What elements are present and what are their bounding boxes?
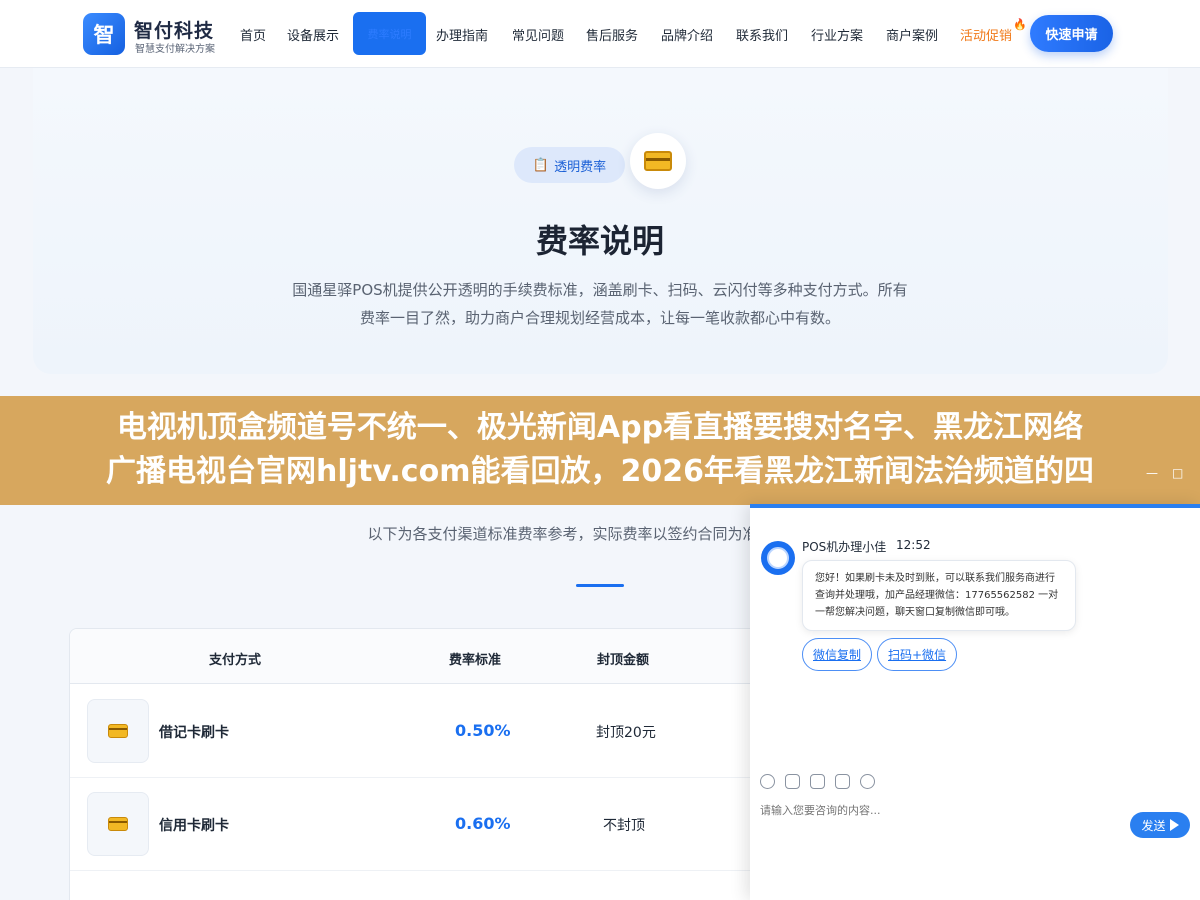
row-cap: 封顶20元 (596, 725, 656, 741)
scan-wechat-button[interactable]: 扫码+微信 (877, 638, 958, 671)
nav-industry[interactable]: 行业方案 (811, 25, 863, 44)
logo-tagline: 智慧支付解决方案 (135, 44, 215, 55)
credit-card-icon (108, 817, 128, 831)
nav-rates[interactable]: 费率说明 (353, 12, 426, 55)
table-row: 信用卡刷卡 0.60% 不封顶 (70, 778, 768, 871)
minimize-button[interactable]: — (1146, 466, 1158, 480)
page-title: 费率说明 (535, 222, 664, 260)
rate-table: 支付方式 费率标准 封顶金额 借记卡刷卡 0.50% 封顶20元 信用卡刷卡 0… (69, 628, 769, 900)
header-rate: 费率标准 (449, 653, 502, 668)
logo-icon[interactable]: 智 (83, 13, 125, 55)
nav-contact[interactable]: 联系我们 (736, 25, 788, 44)
quick-apply-button[interactable]: 快速申请 (1030, 15, 1113, 52)
wechat-icon[interactable] (860, 774, 875, 789)
image-icon[interactable] (785, 774, 800, 789)
chat-message-input[interactable] (760, 804, 1120, 817)
maximize-button[interactable]: □ (1172, 466, 1183, 480)
nav-promotions[interactable]: 活动促销 (960, 25, 1012, 44)
nav-brand[interactable]: 品牌介绍 (661, 25, 713, 44)
send-label: 发送 (1141, 818, 1166, 833)
debit-card-icon (108, 724, 128, 738)
row-rate: 0.50% (455, 721, 511, 740)
agent-avatar (761, 541, 795, 575)
row-rate: 0.60% (455, 814, 511, 833)
screenshot-icon[interactable] (810, 774, 825, 789)
nav-home[interactable]: 首页 (240, 25, 266, 44)
emoji-icon[interactable] (760, 774, 775, 789)
logo-name[interactable]: 智付科技 (134, 16, 214, 43)
row-icon-box (87, 699, 149, 763)
nav-aftersales[interactable]: 售后服务 (586, 25, 638, 44)
banner-line-1: 电视机顶盒频道号不统一、极光新闻App看直播要搜对名字、黑龙江网络 (116, 410, 1084, 445)
row-method: 信用卡刷卡 (159, 818, 229, 834)
row-cap: 不封顶 (603, 818, 645, 834)
row-method: 借记卡刷卡 (159, 725, 229, 741)
nav-cases[interactable]: 商户案例 (886, 25, 938, 44)
nav-devices[interactable]: 设备展示 (287, 25, 339, 44)
badge-label: 透明费率 (554, 159, 607, 175)
chat-widget: POS机办理小佳 12:52 您好！如果刷卡未及时到账，可以联系我们服务商进行查… (750, 504, 1200, 900)
send-arrow-icon (1169, 819, 1179, 831)
send-button[interactable]: 发送 (1130, 812, 1190, 838)
row-icon-box (87, 792, 149, 856)
section-divider (576, 584, 624, 587)
table-row: 借记卡刷卡 0.50% 封顶20元 (70, 685, 768, 778)
chat-toolbar (760, 774, 875, 789)
card-icon-circle (630, 133, 686, 189)
nav-faq[interactable]: 常见问题 (512, 25, 564, 44)
table-header: 支付方式 费率标准 封顶金额 (70, 629, 768, 684)
rating-icon[interactable] (835, 774, 850, 789)
copy-wechat-button[interactable]: 微信复制 (802, 638, 873, 671)
header-payment-method: 支付方式 (209, 653, 262, 668)
clipboard-icon: 📋 (532, 157, 550, 173)
credit-card-icon (644, 151, 672, 171)
top-nav: 智 智付科技 智慧支付解决方案 首页 设备展示 费率说明 办理指南 常见问题 售… (0, 0, 1200, 68)
agent-message: 您好！如果刷卡未及时到账，可以联系我们服务商进行查询并处理哦，加产品经理微信：1… (802, 560, 1076, 631)
flame-icon: 🔥 (1013, 18, 1027, 31)
agent-name: POS机办理小佳 (802, 540, 887, 554)
news-overlay-banner[interactable]: 电视机顶盒频道号不统一、极光新闻App看直播要搜对名字、黑龙江网络 广播电视台官… (0, 396, 1200, 505)
transparent-rate-badge: 📋 透明费率 (514, 147, 625, 183)
header-cap: 封顶金额 (597, 653, 650, 668)
hero-description: 国通星驿POS机提供公开透明的手续费标准，涵盖刷卡、扫码、云闪付等多种支付方式。… (292, 281, 908, 327)
nav-guide[interactable]: 办理指南 (436, 25, 488, 44)
banner-line-2: 广播电视台官网hljtv.com能看回放，2026年看黑龙江新闻法治频道的四 (106, 454, 1094, 489)
message-time: 12:52 (896, 538, 931, 552)
